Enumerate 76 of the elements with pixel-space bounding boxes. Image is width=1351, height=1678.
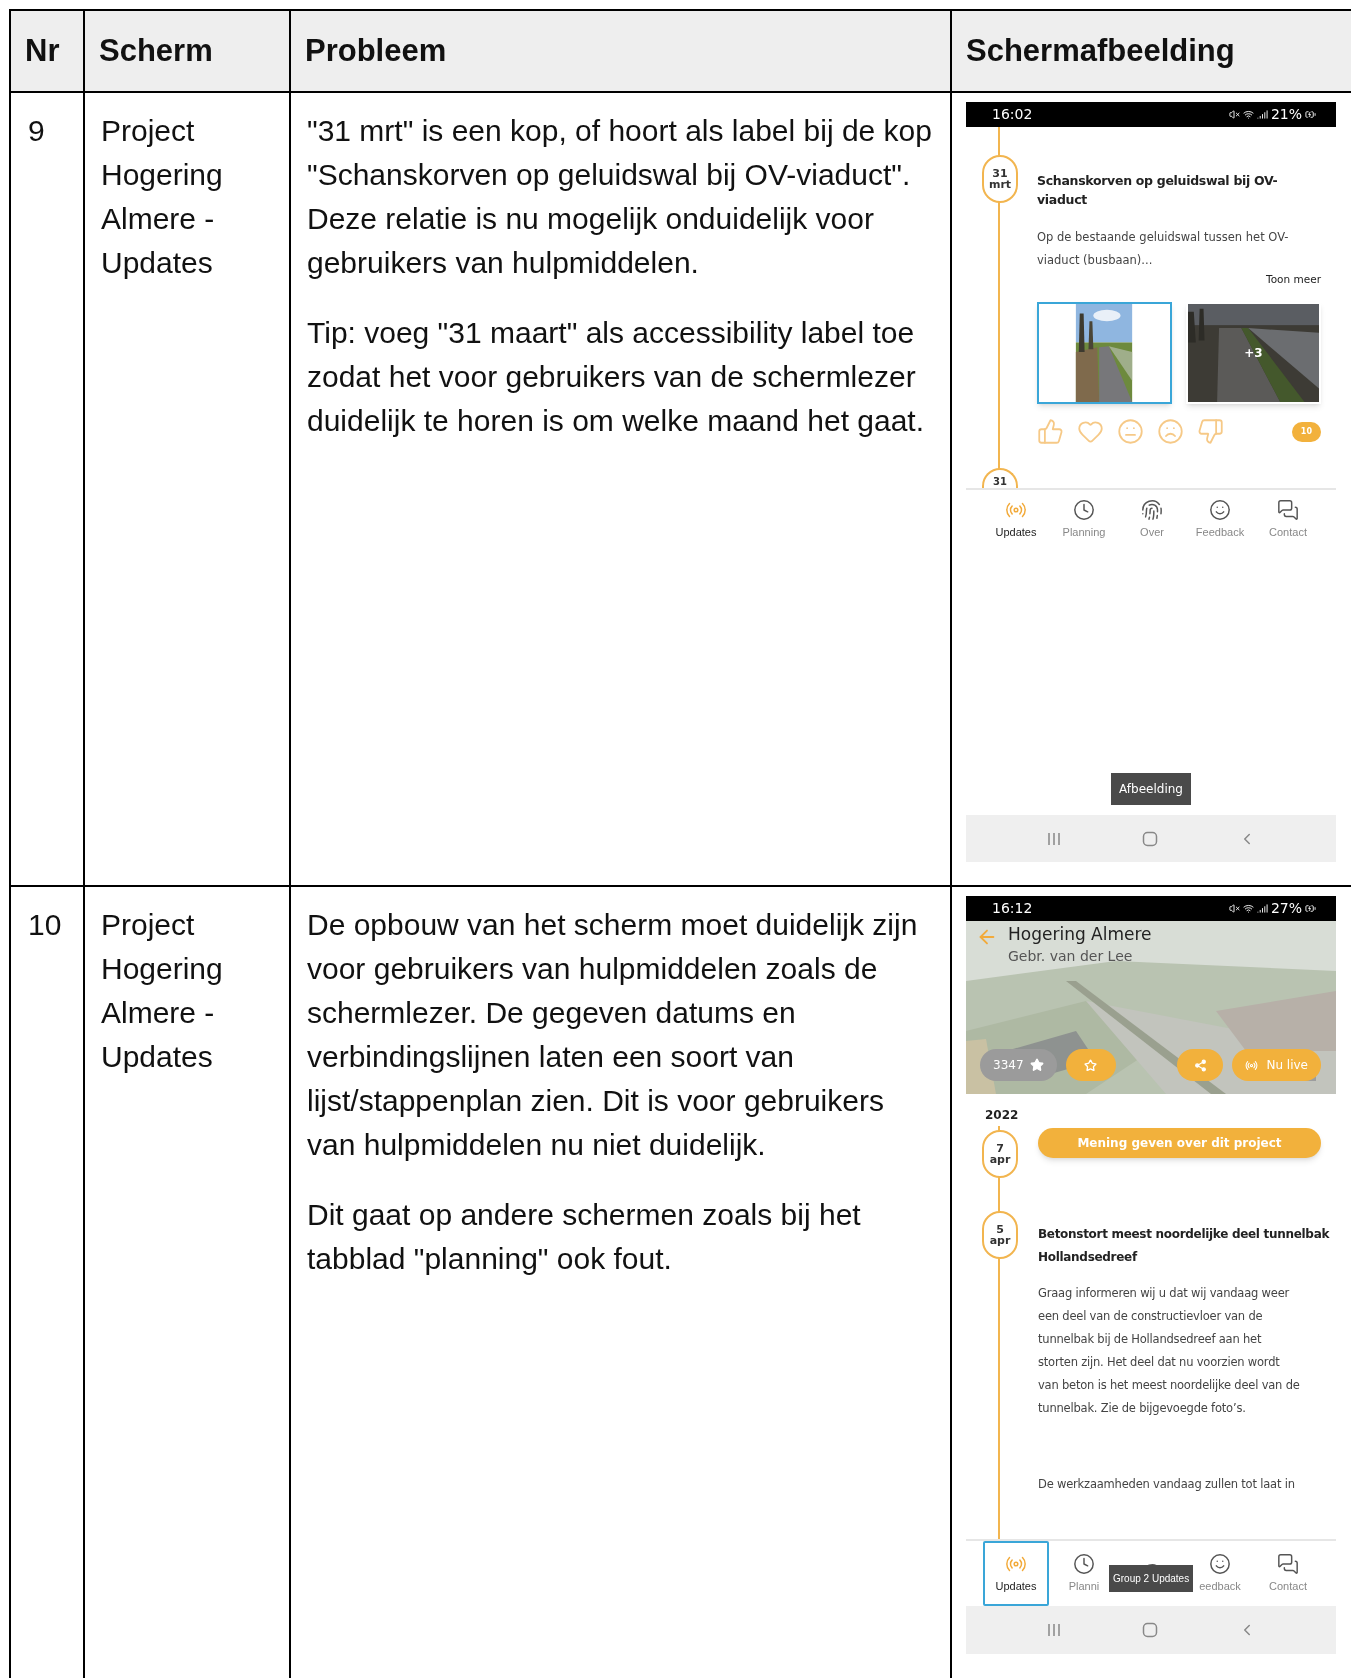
column-header: Scherm: [99, 31, 213, 70]
thumbs-down-icon[interactable]: [1197, 418, 1224, 446]
date-day: 5: [996, 1224, 1004, 1235]
nav-tab[interactable]: Feedback: [1197, 490, 1243, 550]
home-icon[interactable]: [1142, 1622, 1158, 1638]
nav-tab[interactable]: Contact: [1265, 490, 1311, 550]
update-title: Betonstort meest noordelijke deel tunnelbak Hollandsedreef: [1038, 1226, 1330, 1266]
column-header: Schermafbeelding: [966, 31, 1235, 70]
date-month: apr: [989, 1235, 1011, 1246]
reaction-count: 10: [1291, 421, 1321, 442]
date-day: 7: [996, 1143, 1004, 1154]
battery-icon: [1305, 109, 1316, 120]
mute-icon: [1228, 109, 1240, 120]
signal-icon: [1256, 903, 1268, 914]
nav-tab[interactable]: Planning: [1061, 490, 1107, 550]
mute-icon: [1228, 903, 1240, 914]
date-day: 31: [992, 168, 1008, 179]
table-cell-text: Project Hogering Almere - Updates: [101, 907, 224, 1075]
project-title: Hogering Almere: [1008, 923, 1152, 945]
feedback-button[interactable]: Mening geven over dit project: [1038, 1128, 1321, 1158]
fingerprint-icon: [1141, 499, 1163, 522]
battery-percentage: 27%: [1270, 899, 1302, 918]
nav-tab[interactable]: Planni: [1061, 1541, 1107, 1606]
more-photos-count: +3: [1244, 345, 1263, 363]
column-header: Probleem: [305, 31, 447, 70]
photo-thumbnail[interactable]: +3: [1186, 302, 1321, 405]
neutral-face-icon[interactable]: [1117, 418, 1144, 446]
signal-icon: [1256, 109, 1268, 120]
column-header: Nr: [25, 31, 60, 70]
update-excerpt: Op de bestaande geluidswal tussen het OV- viaduct (busbaan)...: [1037, 228, 1290, 269]
nav-tab[interactable]: Updates: [983, 1541, 1049, 1606]
tooltip: Afbeelding: [1111, 773, 1191, 805]
nav-tab[interactable]: Contact: [1265, 1541, 1311, 1606]
smile-face-icon: [1209, 1552, 1231, 1575]
nav-tab[interactable]: Over: [1129, 490, 1175, 550]
thumbs-up-icon[interactable]: [1037, 418, 1064, 446]
battery-icon: [1305, 903, 1316, 914]
table-cell: 10: [28, 908, 62, 941]
status-time: 16:02: [992, 105, 1033, 124]
chat-bubbles-icon: [1277, 499, 1299, 522]
clock-icon: [1073, 499, 1095, 522]
star-icon: [1084, 1058, 1098, 1072]
table-cell-text: Project Hogering Almere - Updates: [101, 113, 224, 281]
live-button[interactable]: Nu live: [1232, 1049, 1321, 1081]
nav-tab[interactable]: eedback: [1197, 1541, 1243, 1606]
star-icon: [1029, 1058, 1044, 1072]
update-text: Graag informeren wij u dat wij vandaag weer een deel van de constructievloer van de tunnelbak bij de Hollandsedreef aan het storten zijn. Het deel dat nu voorzien wordt van beton is het meest noordelijke deel van de tunnelbak. Zie de bijgevoegde foto’s.: [1038, 1285, 1301, 1417]
company-name: Gebr. van der Lee: [1008, 947, 1134, 966]
problem-text: De opbouw van het scherm moet duidelijk zijn voor gebruikers van hulpmiddelen zoals de schermlezer. De gegeven datums en verbindingslijnen laten een soort van lijst/stappenplan zien. Dit is voor gebruikers van hulpmiddelen nu niet duidelijk.: [307, 907, 919, 1163]
date-month: mrt: [988, 179, 1012, 190]
date-month: apr: [989, 1154, 1011, 1165]
recent-apps-icon[interactable]: [1046, 830, 1062, 847]
problem-text: Dit gaat op andere schermen zoals bij het tabblad "planning" ook fout.: [307, 1197, 862, 1277]
sad-face-icon[interactable]: [1157, 418, 1184, 446]
chat-bubbles-icon: [1277, 1552, 1299, 1575]
rating-button[interactable]: 3347: [980, 1049, 1057, 1081]
wifi-icon: [1242, 109, 1254, 120]
status-time: 16:12: [992, 899, 1033, 918]
update-title: Schanskorven op geluidswal bij OV-viaduct: [1037, 172, 1279, 209]
problem-text: Tip: voeg "31 maart" als accessibility label toe zodat het voor gebruikers van de schermlezer duidelijk te horen is om welke maand het gaat.: [307, 315, 926, 439]
nav-tab[interactable]: Updates: [993, 490, 1039, 550]
table-cell: 9: [28, 114, 45, 147]
home-icon[interactable]: [1142, 830, 1158, 847]
smile-face-icon: [1209, 499, 1231, 522]
share-icon: [1193, 1058, 1207, 1072]
update-text: De werkzaamheden vandaag zullen tot laat in: [1038, 1476, 1296, 1493]
recent-apps-icon[interactable]: [1046, 1622, 1062, 1638]
clock-icon: [1073, 1552, 1095, 1575]
broadcast-icon: [1245, 1058, 1259, 1072]
problem-text: "31 mrt" is een kop, of hoort als label bij de kop "Schanskorven op geluidswal bij OV-viaduct". Deze relatie is nu mogelijk onduidelijk voor gebruikers van hulpmiddelen.: [307, 113, 933, 281]
wifi-icon: [1242, 903, 1254, 914]
year-label: 2022: [985, 1108, 1020, 1122]
date-day: 31: [993, 476, 1007, 488]
show-more-link[interactable]: Toon meer: [1266, 271, 1321, 288]
battery-percentage: 21%: [1270, 105, 1302, 124]
heart-icon[interactable]: [1077, 418, 1104, 446]
